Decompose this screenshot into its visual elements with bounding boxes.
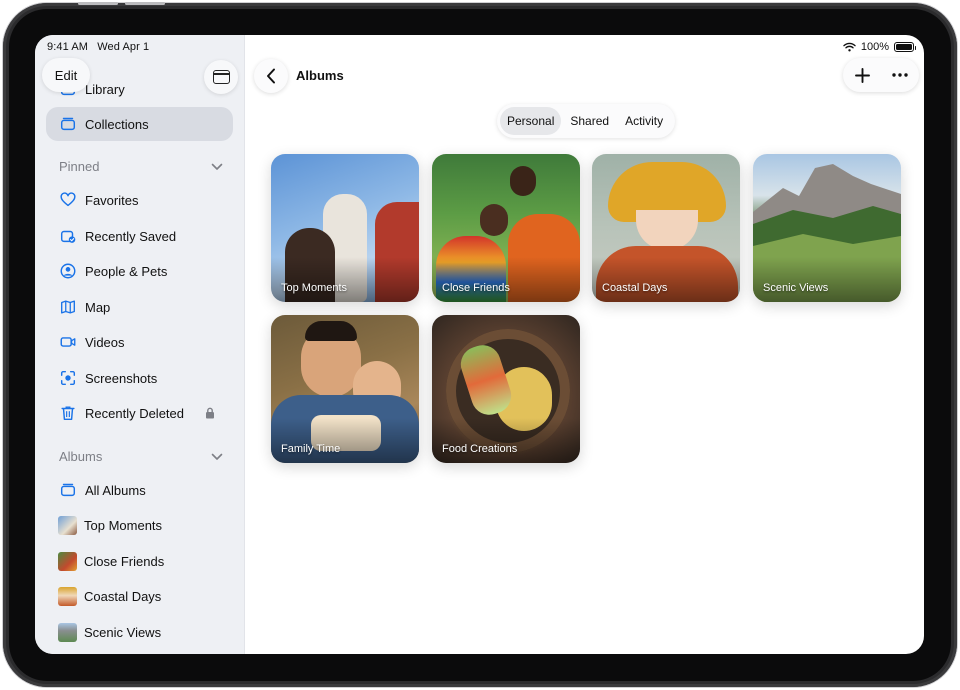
sidebar-item-close-friends[interactable]: Close Friends xyxy=(46,544,233,578)
album-card-close-friends[interactable]: Close Friends xyxy=(432,154,580,302)
sidebar-item-label: Library xyxy=(85,81,125,97)
recently-saved-icon xyxy=(58,226,78,246)
album-card-family-time[interactable]: Family Time xyxy=(271,315,419,463)
status-bar-left: 9:41 AM Wed Apr 1 xyxy=(47,41,155,53)
album-title: Top Moments xyxy=(281,282,348,294)
chevron-down-icon xyxy=(211,163,223,170)
sidebar-item-label: People & Pets xyxy=(85,263,168,279)
album-card-coastal-days[interactable]: Coastal Days xyxy=(592,154,740,302)
sidebar-item-favorites[interactable]: Favorites xyxy=(46,183,233,217)
sidebar-item-recently-deleted[interactable]: Recently Deleted xyxy=(46,396,233,430)
segment-shared[interactable]: Shared xyxy=(563,107,616,135)
album-card-scenic-views[interactable]: Scenic Views xyxy=(753,154,901,302)
sidebar-item-screenshots[interactable]: Screenshots xyxy=(46,361,233,395)
person-circle-icon xyxy=(58,261,78,281)
sidebar-item-recently-saved[interactable]: Recently Saved xyxy=(46,219,233,253)
segment-activity[interactable]: Activity xyxy=(618,107,670,135)
page-title: Albums xyxy=(296,68,344,83)
album-art-shape xyxy=(636,210,698,250)
album-title: Close Friends xyxy=(442,282,510,294)
back-button[interactable] xyxy=(254,59,288,93)
sidebar-item-people-pets[interactable]: People & Pets xyxy=(46,254,233,288)
section-title: Albums xyxy=(59,449,103,464)
plus-icon xyxy=(854,67,870,83)
sidebar-item-collections[interactable]: Collections xyxy=(46,107,233,141)
status-date: Wed Apr 1 xyxy=(97,41,150,53)
sidebar-item-coastal-days[interactable]: Coastal Days xyxy=(46,579,233,613)
hardware-button xyxy=(78,2,118,5)
album-thumbnail xyxy=(58,515,77,535)
status-time: 9:41 AM xyxy=(47,41,89,53)
sidebar-item-all-albums[interactable]: All Albums xyxy=(46,473,233,507)
album-card-top-moments[interactable]: Top Moments xyxy=(271,154,419,302)
heart-icon xyxy=(58,190,78,210)
sidebar-item-label: Recently Deleted xyxy=(85,405,184,421)
map-icon xyxy=(58,297,78,317)
sidebar-item-label: Coastal Days xyxy=(84,588,162,604)
sidebar-item-label: All Albums xyxy=(85,482,146,498)
sidebar-item-label: Favorites xyxy=(85,192,139,208)
segment-personal[interactable]: Personal xyxy=(500,107,562,135)
battery-icon xyxy=(894,42,916,52)
segmented-control: Personal Shared Activity xyxy=(497,104,675,138)
sidebar-item-label: Screenshots xyxy=(85,370,158,386)
ellipsis-icon xyxy=(892,73,908,77)
sidebar-item-top-moments[interactable]: Top Moments xyxy=(46,508,233,542)
album-thumbnail xyxy=(58,622,77,642)
edit-button[interactable]: Edit xyxy=(42,58,90,92)
album-thumbnail xyxy=(58,586,77,606)
wifi-icon xyxy=(843,42,856,52)
sidebar-item-scenic-views[interactable]: Scenic Views xyxy=(46,615,233,649)
sidebar-item-map[interactable]: Map xyxy=(46,290,233,324)
chevron-down-icon xyxy=(211,453,223,460)
screen: 9:41 AM Wed Apr 1 Edit Library Collectio… xyxy=(35,35,924,654)
sidebar-item-label: Recently Saved xyxy=(85,228,177,244)
album-title: Family Time xyxy=(281,443,341,455)
sidebar-item-label: Map xyxy=(85,299,111,315)
sidebar-item-label: Scenic Views xyxy=(84,624,162,640)
screenshot-icon xyxy=(58,368,78,388)
album-card-food-creations[interactable]: Food Creations xyxy=(432,315,580,463)
chevron-left-icon xyxy=(267,68,275,84)
album-art-shape xyxy=(510,166,536,196)
albums-icon xyxy=(58,480,78,500)
main-content: 100% Albums Personal Shared Activity Top… xyxy=(246,35,924,654)
album-title: Coastal Days xyxy=(602,282,668,294)
album-art-shape xyxy=(480,204,508,236)
lock-icon xyxy=(206,407,214,419)
sidebar-item-videos[interactable]: Videos xyxy=(46,325,233,359)
sidebar-item-label: Top Moments xyxy=(84,517,163,533)
more-button[interactable] xyxy=(881,58,919,92)
collections-icon xyxy=(58,114,78,134)
battery-percent: 100% xyxy=(860,41,889,53)
section-header-albums[interactable]: Albums xyxy=(59,449,223,464)
video-icon xyxy=(58,332,78,352)
album-title: Food Creations xyxy=(442,443,518,455)
album-art-shape xyxy=(305,321,357,341)
section-header-pinned[interactable]: Pinned xyxy=(59,159,223,174)
status-bar-right: 100% xyxy=(843,41,916,53)
sidebar-item-label: Close Friends xyxy=(84,553,165,569)
trash-icon xyxy=(58,403,78,423)
sidebar-item-label: Collections xyxy=(85,116,149,132)
sidebar: 9:41 AM Wed Apr 1 Edit Library Collectio… xyxy=(35,35,245,654)
album-thumbnail xyxy=(58,551,77,571)
toolbar-actions xyxy=(843,58,919,92)
album-title: Scenic Views xyxy=(763,282,829,294)
section-title: Pinned xyxy=(59,159,100,174)
add-button[interactable] xyxy=(843,58,881,92)
sidebar-item-label: Videos xyxy=(85,334,125,350)
hardware-button xyxy=(125,2,165,5)
